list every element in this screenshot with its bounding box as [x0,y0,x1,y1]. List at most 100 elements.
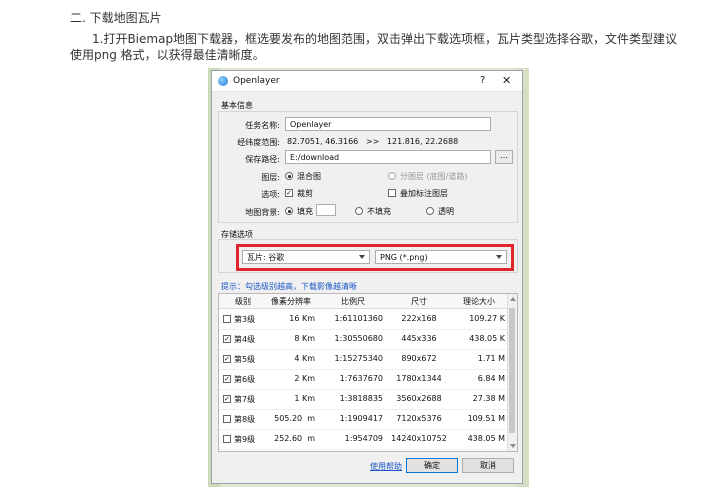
chevron-down-icon [359,255,365,259]
cell-res: 16 Km [289,314,315,323]
table-row[interactable]: ✓ 第4级 8 Km 1:30550680 445x336 438.05 K [219,329,509,350]
background-label: 地图背景: [245,208,280,217]
cell-est: 6.84 M [477,374,505,383]
cell-level: 第7级 [234,395,256,404]
browse-button[interactable]: ... [495,150,513,164]
level-checkbox[interactable]: ✓ [223,395,231,403]
help-link[interactable]: 使用帮助 [370,461,402,472]
layer-mixed-radio[interactable] [285,172,293,180]
file-type-select[interactable]: PNG (*.png) [375,250,507,264]
ok-button[interactable]: 确定 [406,458,458,473]
level-checkbox[interactable] [223,315,231,323]
save-path-label: 保存路径: [245,155,280,164]
cell-res: 8 Km [294,334,315,343]
overlay-checkbox[interactable] [388,189,396,197]
cell-size: 1780x1344 [396,374,442,383]
layer-split-radio[interactable] [388,172,396,180]
help-button[interactable]: ? [480,75,485,86]
task-name-label: 任务名称: [245,121,280,130]
level-checkbox[interactable] [223,435,231,443]
col-resolution: 像素分辨率 [271,297,311,306]
cell-scale: 1:30550680 [334,334,383,343]
cell-res: 2 Km [294,374,315,383]
extent-label: 经纬度范围: [237,138,280,147]
cell-est: 109.51 M [467,414,505,423]
cell-est: 109.27 K [469,314,505,323]
table-row[interactable]: 第9级 252.60 m 1:954709 14240x10752 438.05 M [219,429,509,450]
level-checkbox[interactable]: ✓ [223,375,231,383]
cell-res: 505.20 m [274,414,315,423]
cell-est: 438.05 M [467,434,505,443]
table-header: 级别 像素分辨率 比例尺 尺寸 理论大小 [219,294,509,309]
col-estimate: 理论大小 [463,297,495,306]
cell-scale: 1:954709 [344,434,383,443]
table-scrollbar[interactable] [507,294,517,451]
level-checkbox[interactable]: ✓ [223,355,231,363]
cell-res: 1 Km [294,394,315,403]
save-path-input[interactable]: E:/download [285,150,491,164]
cell-level: 第3级 [234,315,256,324]
cell-size: 445x336 [401,334,437,343]
cell-level: 第8级 [234,415,256,424]
options-label: 选项: [261,190,280,199]
table-row[interactable]: ✓ 第7级 1 Km 1:3818835 3560x2688 27.38 M [219,389,509,410]
app-globe-icon [218,76,228,86]
layer-label: 图层: [261,173,280,182]
cell-scale: 1:3818835 [339,394,383,403]
cell-scale: 1:7637670 [339,374,383,383]
extent-value: 82.7051, 46.3166 >> 121.816, 22.2688 [287,137,459,146]
cell-level: 第6级 [234,375,256,384]
scroll-thumb[interactable] [509,308,515,433]
article-paragraph: 1.打开Biemap地图下载器，框选要发布的地图范围，双击弹出下载选项框，瓦片类… [70,31,680,63]
dialog-title: Openlayer [233,76,280,86]
crop-label: 裁剪 [297,189,313,198]
level-checkbox[interactable]: ✓ [223,335,231,343]
dialog-titlebar: Openlayer ? ✕ [212,71,522,92]
col-level: 级别 [235,297,251,306]
col-size: 尺寸 [411,297,427,306]
level-table: 级别 像素分辨率 比例尺 尺寸 理论大小 第3级 16 Km 1:61101360 2… [218,293,518,452]
tile-type-value: 瓦片: 谷歌 [247,253,285,262]
level-checkbox[interactable] [223,415,231,423]
cell-scale: 1:61101360 [334,314,383,323]
crop-checkbox[interactable]: ✓ [285,189,293,197]
cell-est: 438.05 K [469,334,505,343]
table-row[interactable]: ✓ 第6级 2 Km 1:7637670 1780x1344 6.84 M [219,369,509,390]
hint-text: 提示：勾选级别越高，下载影像越清晰 [221,282,357,291]
close-button[interactable]: ✕ [502,74,511,87]
overlay-label: 叠加标注图层 [400,189,448,198]
layer-split-label: 分图层 (底图/道路) [400,172,468,181]
cell-scale: 1:15275340 [334,354,383,363]
transparent-label: 透明 [438,207,454,216]
cell-size: 7120x5376 [396,414,442,423]
cell-est: 27.38 M [472,394,505,403]
table-row[interactable]: 第3级 16 Km 1:61101360 222x168 109.27 K [219,309,509,330]
cell-size: 222x168 [401,314,437,323]
tile-type-select[interactable]: 瓦片: 谷歌 [242,250,370,264]
file-type-value: PNG (*.png) [380,253,428,262]
cell-size: 3560x2688 [396,394,442,403]
scroll-up-icon[interactable] [510,297,516,301]
basic-info-label: 基本信息 [221,101,253,110]
cell-level: 第4级 [234,335,256,344]
transparent-radio[interactable] [426,207,434,215]
scroll-down-icon[interactable] [510,444,516,448]
fill-color-swatch[interactable] [316,204,336,216]
cell-size: 14240x10752 [391,434,447,443]
cell-res: 4 Km [294,354,315,363]
paragraph-line-2: 使用png 格式，以获得最佳清晰度。 [70,48,265,62]
cell-size: 890x672 [401,354,437,363]
fill-radio[interactable] [285,207,293,215]
cell-level: 第9级 [234,435,256,444]
cell-scale: 1:1909417 [339,414,383,423]
download-dialog: Openlayer ? ✕ 基本信息 任务名称: Openlayer 经纬度范围… [211,70,523,484]
cell-level: 第5级 [234,355,256,364]
col-scale: 比例尺 [341,297,365,306]
table-row[interactable]: 第8级 505.20 m 1:1909417 7120x5376 109.51 M [219,409,509,430]
cell-res: 252.60 m [274,434,315,443]
task-name-input[interactable]: Openlayer [285,117,491,131]
cancel-button[interactable]: 取消 [462,458,514,473]
no-fill-radio[interactable] [355,207,363,215]
no-fill-label: 不填充 [367,207,391,216]
table-row[interactable]: ✓ 第5级 4 Km 1:15275340 890x672 1.71 M [219,349,509,370]
